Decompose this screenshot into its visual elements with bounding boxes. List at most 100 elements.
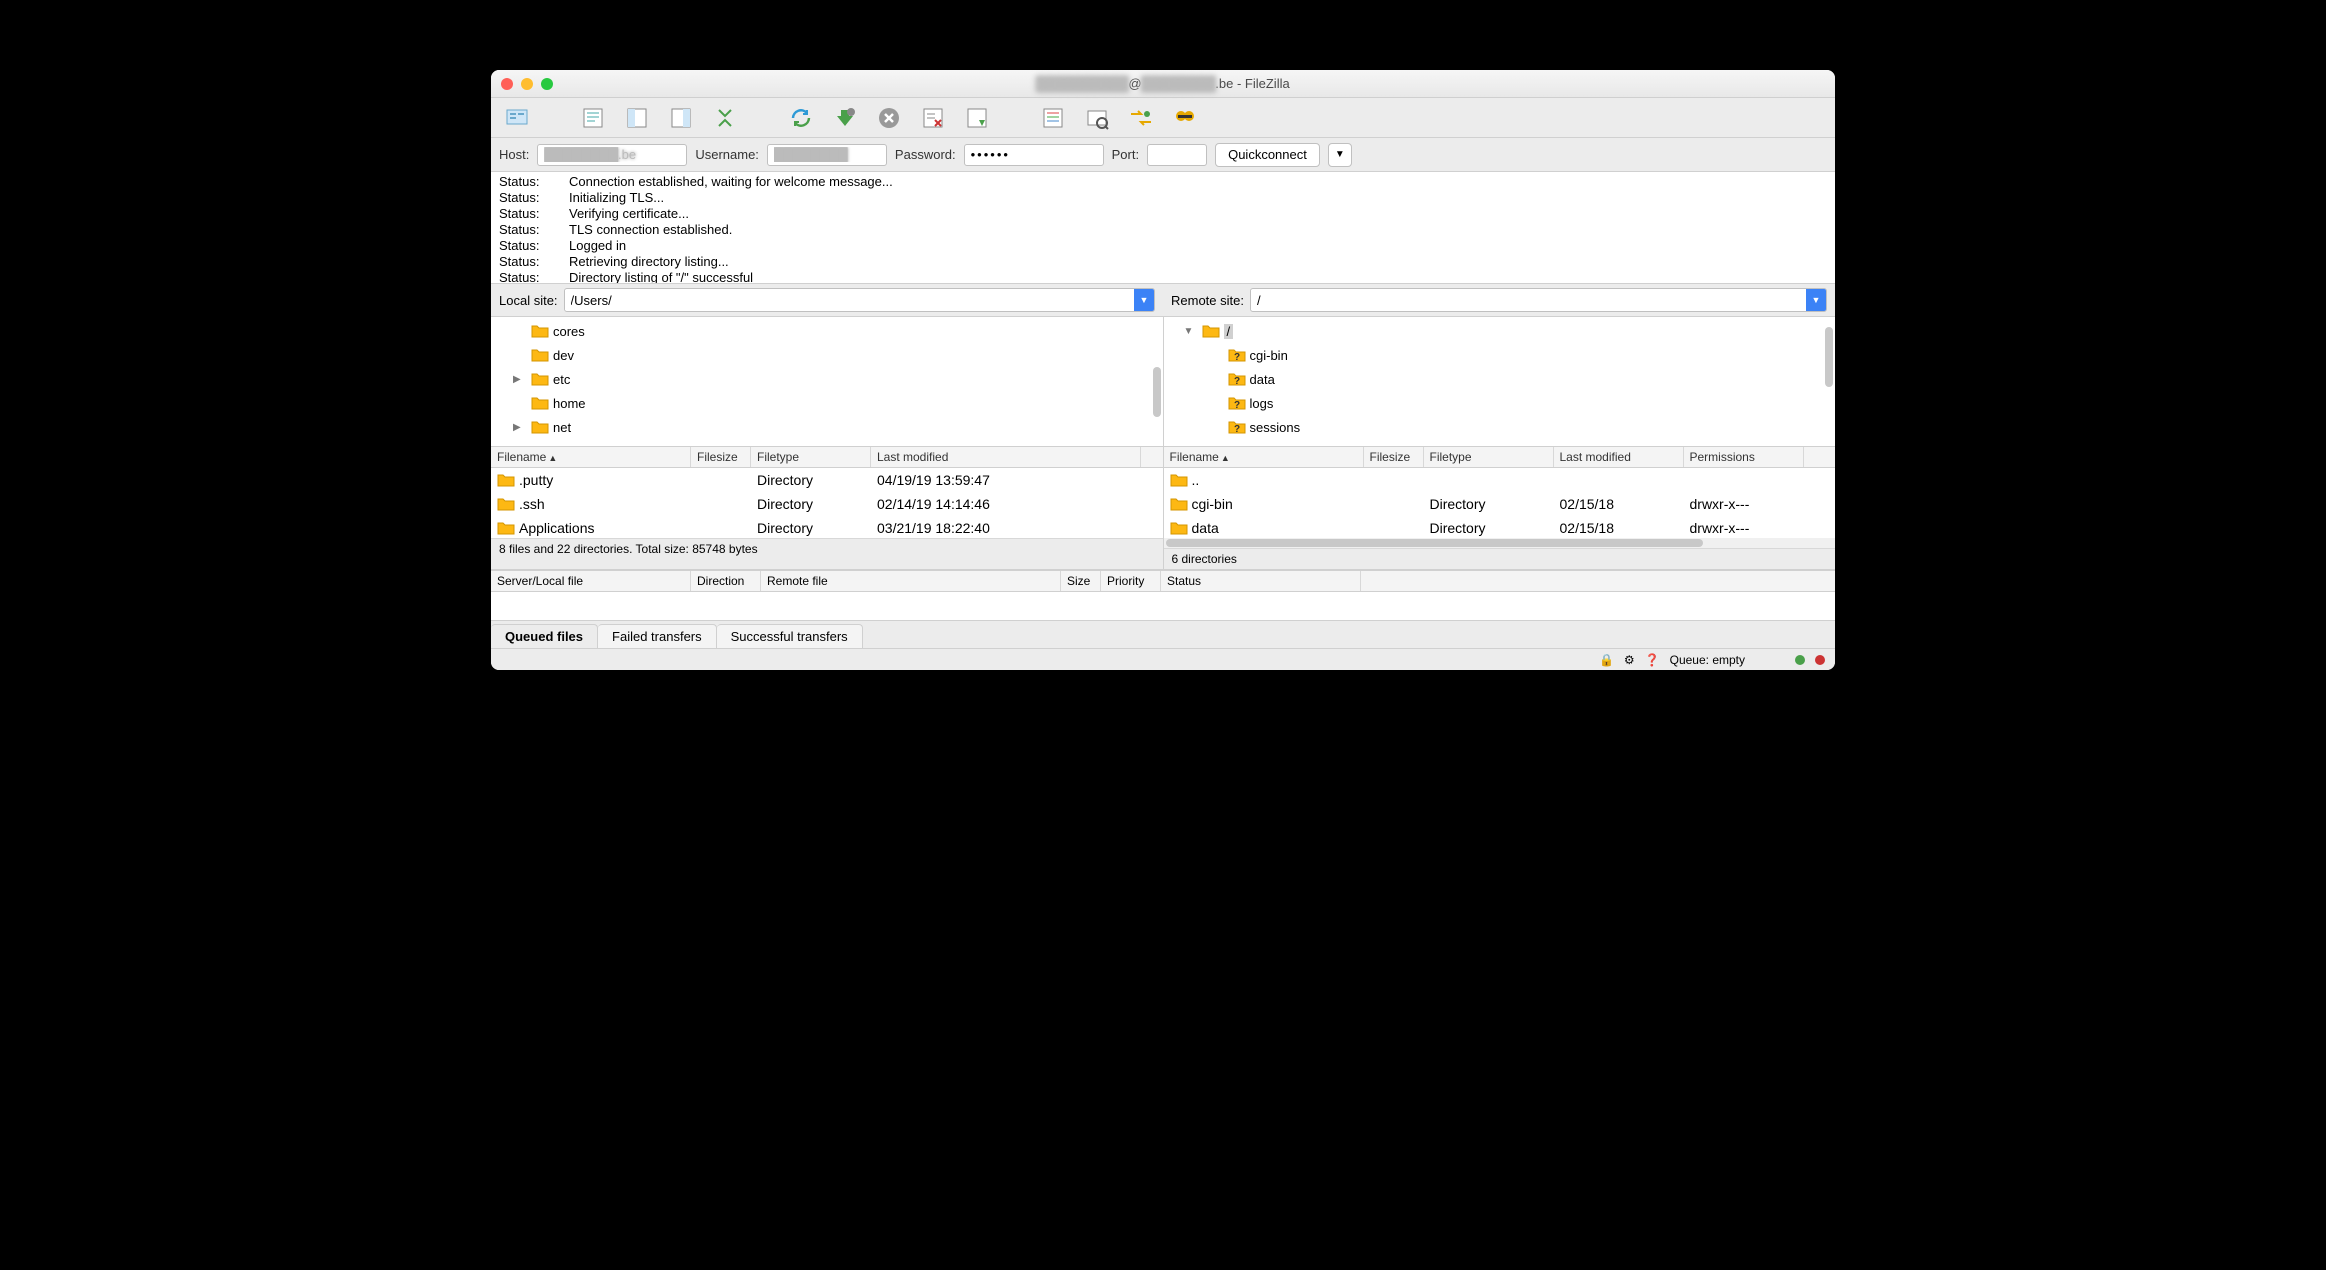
disconnect-button[interactable] [915,102,951,134]
tree-item[interactable]: ?data [1164,367,1836,391]
column-header[interactable]: Filetype [1424,447,1554,467]
message-log[interactable]: Status:Connection established, waiting f… [491,172,1835,284]
list-item[interactable]: dataDirectory02/15/18drwxr-x--- [1164,516,1836,538]
column-header[interactable]: Priority [1101,571,1161,591]
username-input[interactable] [767,144,887,166]
queue-tabs: Queued files Failed transfers Successful… [491,620,1835,648]
tab-success[interactable]: Successful transfers [717,624,863,648]
cancel-button[interactable] [871,102,907,134]
host-label: Host: [499,147,529,162]
password-label: Password: [895,147,956,162]
help-icon[interactable]: ❓ [1645,653,1660,667]
tree-label: cgi-bin [1250,348,1288,363]
disclosure-icon[interactable]: ▼ [1184,326,1194,337]
column-header[interactable]: Server/Local file [491,571,691,591]
folder-unknown-icon: ? [1228,348,1246,362]
folder-icon [531,324,549,338]
remote-file-list[interactable]: Filename▲FilesizeFiletypeLast modifiedPe… [1164,447,1836,569]
tab-failed[interactable]: Failed transfers [598,624,717,648]
gear-icon[interactable]: ⚙ [1624,653,1635,667]
folder-icon [1170,521,1188,535]
port-label: Port: [1112,147,1139,162]
reconnect-button[interactable] [959,102,995,134]
quickconnect-button[interactable]: Quickconnect [1215,143,1320,167]
tree-item[interactable]: home [491,391,1163,415]
toggle-remote-tree-button[interactable] [663,102,699,134]
tree-item[interactable]: ▶etc [491,367,1163,391]
tree-label: sessions [1250,420,1301,435]
close-icon[interactable] [501,78,513,90]
column-header[interactable]: Size [1061,571,1101,591]
list-item[interactable]: .. [1164,468,1836,492]
list-item[interactable]: .puttyDirectory04/19/19 13:59:47 [491,468,1163,492]
activity-indicator [1815,655,1825,665]
remote-status: 6 directories [1164,548,1836,569]
find-button[interactable] [1167,102,1203,134]
toggle-queue-button[interactable] [707,102,743,134]
folder-icon [531,372,549,386]
disclosure-icon[interactable]: ▶ [513,374,523,385]
list-item[interactable]: .sshDirectory02/14/19 14:14:46 [491,492,1163,516]
refresh-button[interactable] [783,102,819,134]
password-input[interactable] [964,144,1104,166]
chevron-down-icon[interactable]: ▼ [1134,289,1154,311]
column-header[interactable]: Last modified [1554,447,1684,467]
list-item[interactable]: ApplicationsDirectory03/21/19 18:22:40 [491,516,1163,538]
column-header[interactable]: Remote file [761,571,1061,591]
svg-text:?: ? [1233,424,1239,434]
tree-item[interactable]: cores [491,319,1163,343]
process-queue-button[interactable] [827,102,863,134]
column-header[interactable]: Filename▲ [491,447,691,467]
remote-tree[interactable]: ▼ / ?cgi-bin?data?logs?sessions [1164,317,1836,446]
queue-status: Queue: empty [1670,653,1745,667]
column-header[interactable]: Status [1161,571,1361,591]
tree-item[interactable]: ? cgi-bin [1164,343,1836,367]
port-input[interactable] [1147,144,1207,166]
list-item[interactable]: cgi-binDirectory02/15/18drwxr-x--- [1164,492,1836,516]
tree-item[interactable]: ?logs [1164,391,1836,415]
disclosure-icon[interactable]: ▶ [513,422,523,433]
site-manager-button[interactable] [499,102,535,134]
host-input[interactable] [537,144,687,166]
chevron-down-icon[interactable]: ▼ [1806,289,1826,311]
local-tree[interactable]: coresdev▶etc home ▶net [491,317,1164,446]
quickconnect-dropdown[interactable]: ▼ [1328,143,1352,167]
toggle-log-button[interactable] [575,102,611,134]
remote-site-combo[interactable]: ▼ [1250,288,1827,312]
tree-item[interactable]: ? sessions [1164,415,1836,439]
minimize-icon[interactable] [521,78,533,90]
toggle-local-tree-button[interactable] [619,102,655,134]
scrollbar[interactable] [1825,327,1833,387]
tree-label: home [553,396,586,411]
column-header[interactable]: Permissions [1684,447,1804,467]
folder-icon [1202,324,1220,338]
titlebar[interactable]: ██████████@████████.be - FileZilla [491,70,1835,98]
folder-icon [531,348,549,362]
tab-queued[interactable]: Queued files [491,624,598,648]
tree-item[interactable]: dev [491,343,1163,367]
column-header[interactable]: Direction [691,571,761,591]
compare-button[interactable] [1079,102,1115,134]
sync-browse-button[interactable] [1123,102,1159,134]
column-header[interactable]: Filename▲ [1164,447,1364,467]
column-header[interactable]: Last modified [871,447,1141,467]
tree-item[interactable]: ▶net [491,415,1163,439]
scrollbar[interactable] [1153,367,1161,417]
column-header[interactable]: Filesize [691,447,751,467]
remote-site-input[interactable] [1251,290,1806,310]
scrollbar[interactable] [1164,538,1836,548]
queue-body[interactable] [491,592,1835,620]
toolbar [491,98,1835,138]
local-file-list[interactable]: Filename▲FilesizeFiletypeLast modified .… [491,447,1164,569]
column-header[interactable]: Filetype [751,447,871,467]
svg-text:?: ? [1233,376,1239,386]
column-header[interactable]: Filesize [1364,447,1424,467]
local-site-bar: Local site: ▼ [491,284,1163,316]
remote-site-bar: Remote site: ▼ [1163,284,1835,316]
tree-label: logs [1250,396,1274,411]
filter-button[interactable] [1035,102,1071,134]
local-site-input[interactable] [565,290,1134,310]
tree-item[interactable]: ▼ / [1164,319,1836,343]
zoom-icon[interactable] [541,78,553,90]
local-site-combo[interactable]: ▼ [564,288,1155,312]
